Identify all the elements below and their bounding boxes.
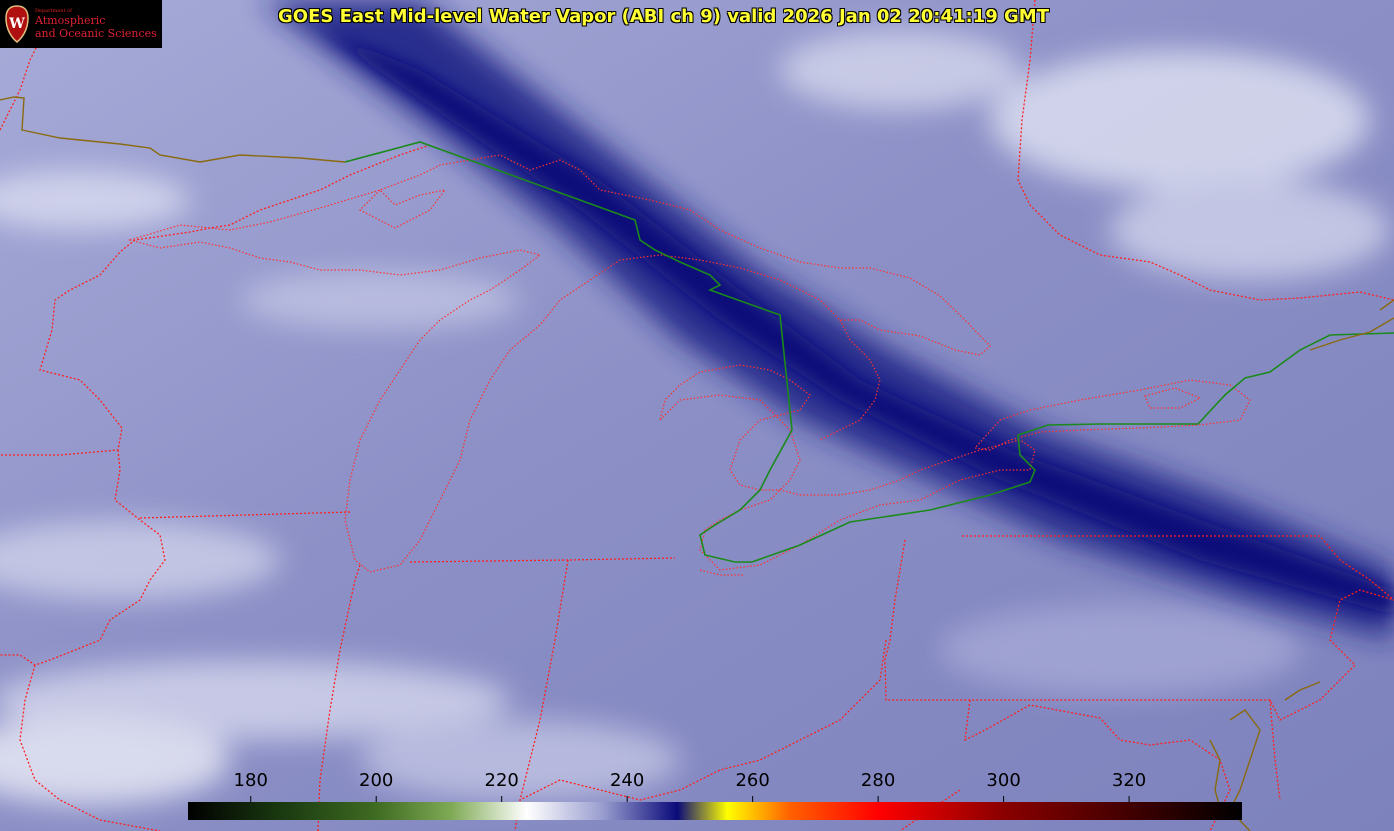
colorbar-tick-label: 180 bbox=[233, 770, 268, 791]
satellite-map-view: W Department of Atmospheric and Oceanic … bbox=[0, 0, 1394, 831]
uw-crest-icon: W bbox=[5, 5, 29, 43]
colorbar-tick-label: 300 bbox=[986, 770, 1021, 791]
water-vapor-imagery bbox=[0, 0, 1394, 831]
colorbar-tick-label: 280 bbox=[860, 770, 896, 791]
uw-aos-logo: W Department of Atmospheric and Oceanic … bbox=[0, 0, 162, 48]
colorbar-strip bbox=[188, 802, 1242, 820]
colorbar-tick-label: 220 bbox=[484, 770, 519, 791]
colorbar-tick-label: 260 bbox=[735, 770, 770, 791]
colorbar-tick-label: 200 bbox=[359, 770, 394, 791]
image-title: GOES East Mid-level Water Vapor (ABI ch … bbox=[278, 6, 1049, 27]
logo-name-line2: and Oceanic Sciences bbox=[35, 27, 157, 40]
colorbar-tick-label: 320 bbox=[1111, 770, 1147, 791]
logo-name-line1: Atmospheric bbox=[35, 14, 106, 27]
colorbar-tick-label: 240 bbox=[609, 770, 645, 791]
svg-text:W: W bbox=[8, 16, 25, 32]
